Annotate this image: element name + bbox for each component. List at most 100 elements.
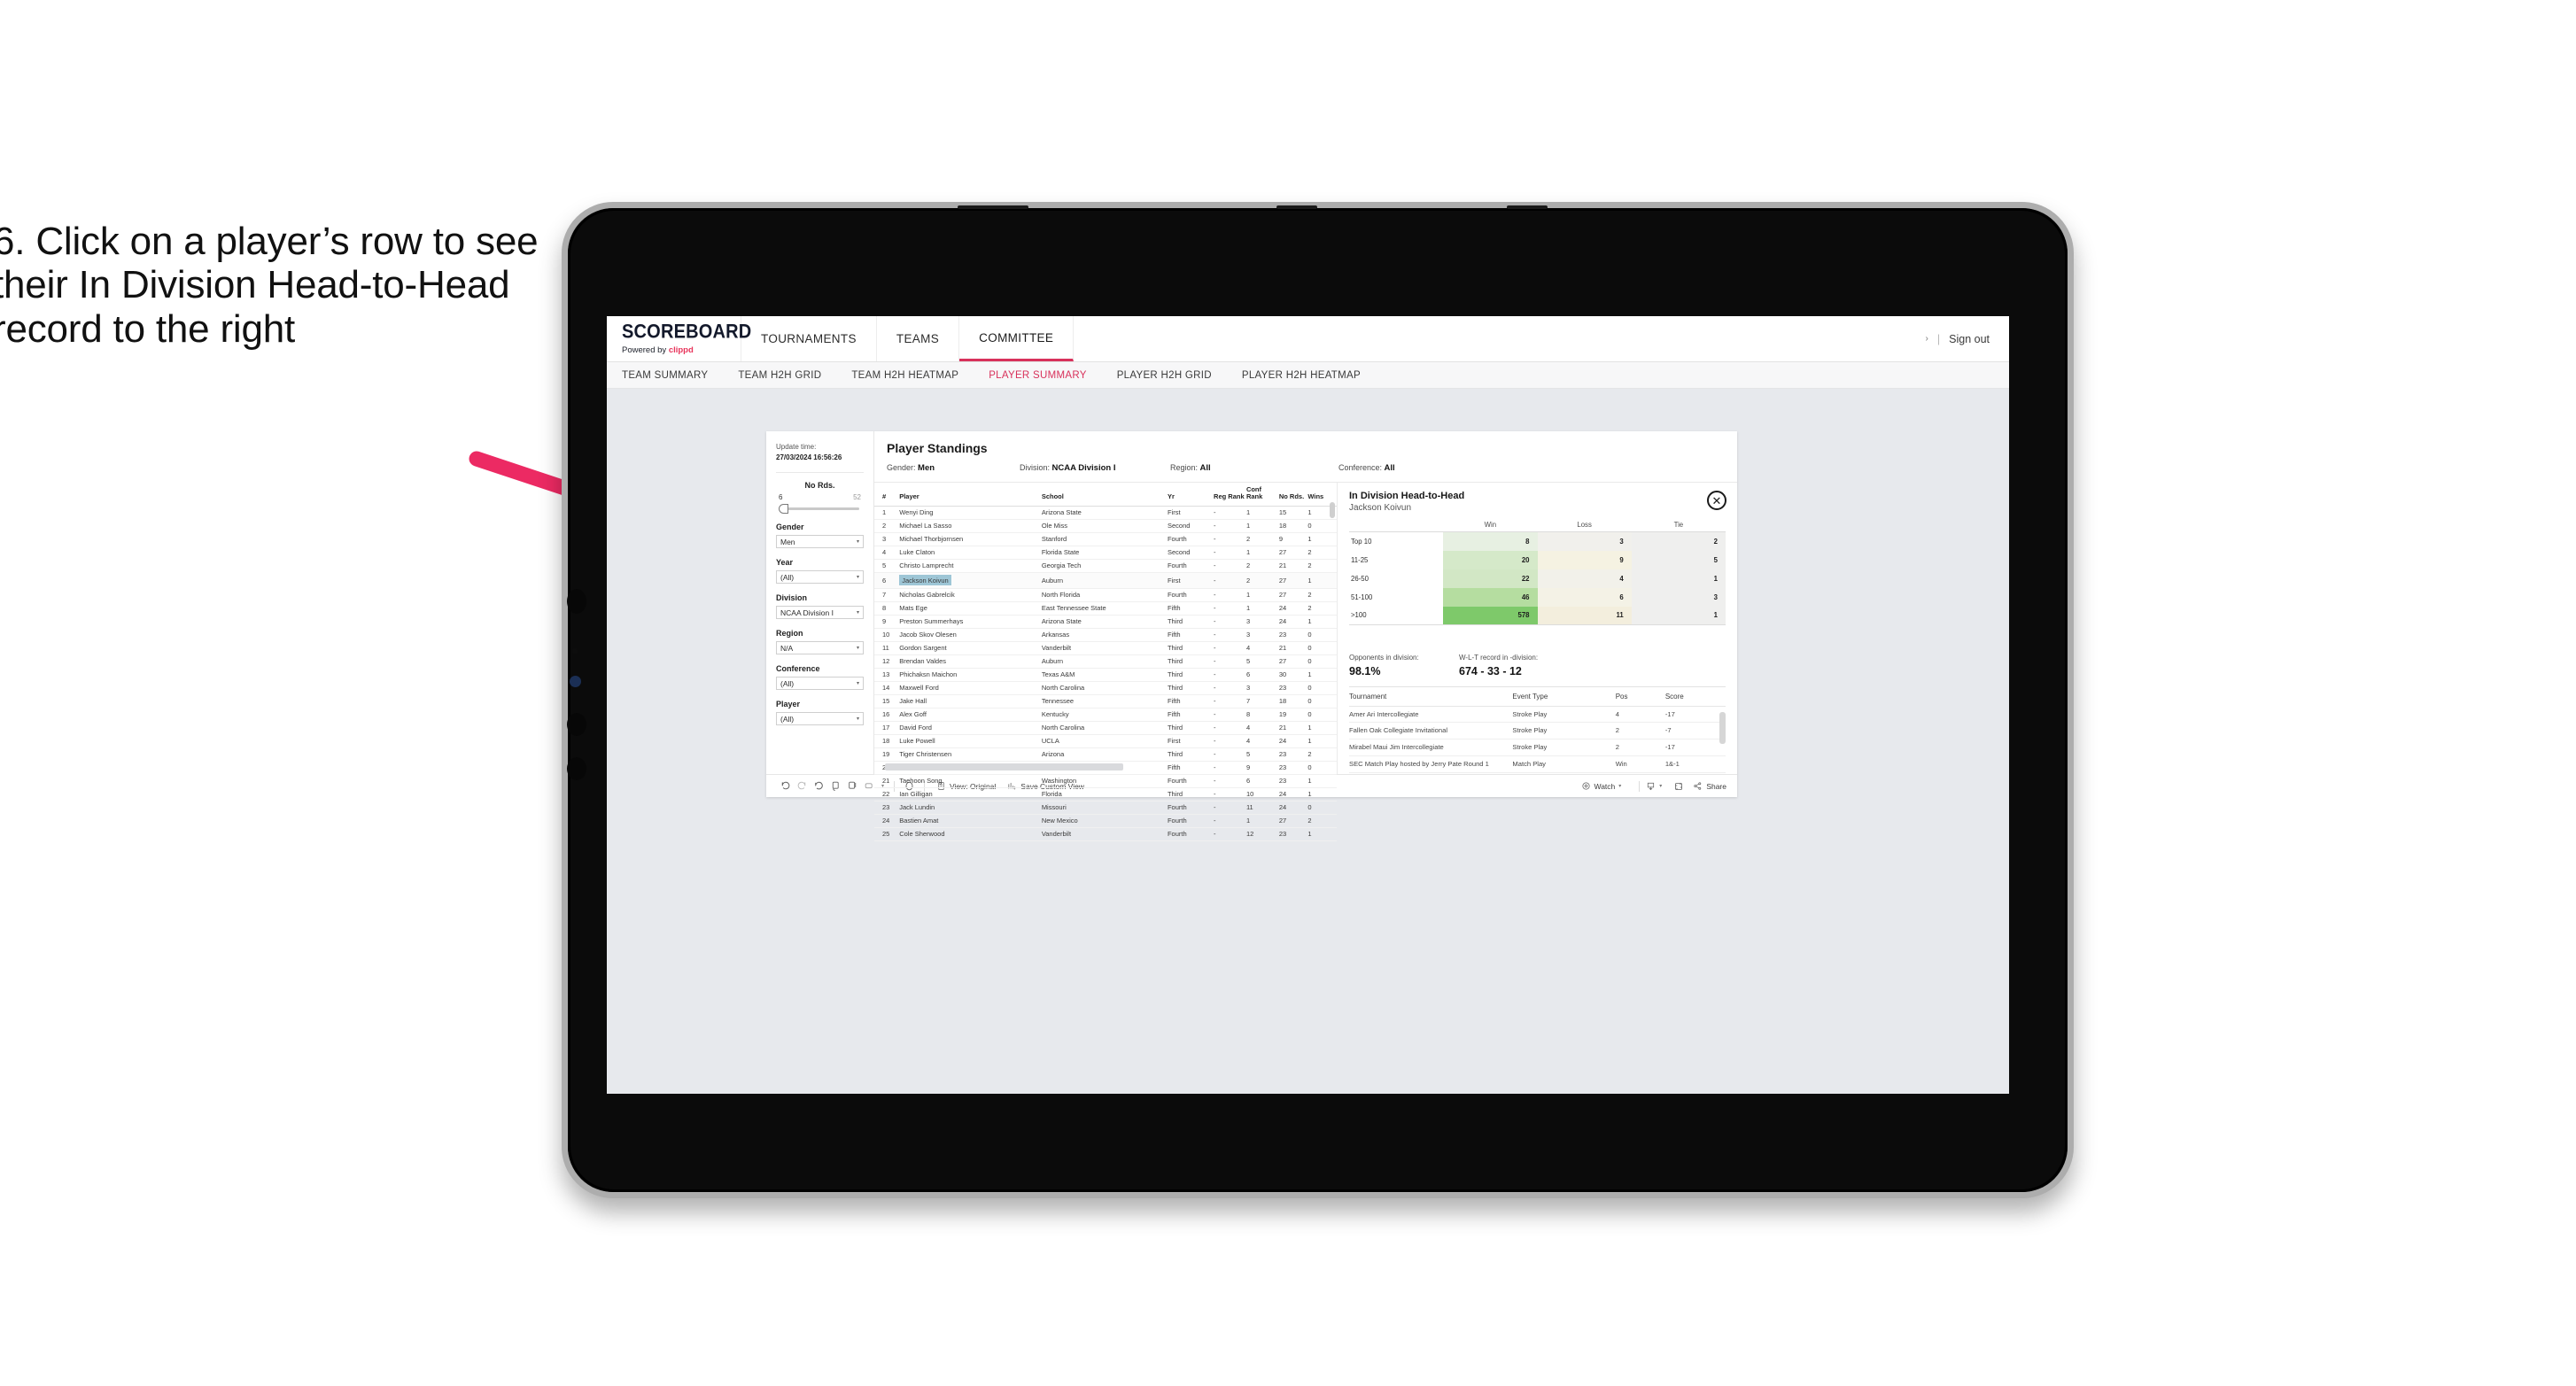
col-school[interactable]: School — [1041, 483, 1168, 507]
col-player[interactable]: Player — [899, 483, 1042, 507]
table-row[interactable]: 21 Taehoon Song Washington Fourth -6 23 1 — [874, 774, 1337, 788]
filter-player-select[interactable]: (All) ▾ — [776, 712, 864, 726]
cell-school: Stanford — [1041, 532, 1168, 546]
nav-teams[interactable]: TEAMS — [877, 316, 960, 361]
table-row[interactable]: 12 Brendan Valdes Auburn Third -5 27 0 — [874, 654, 1337, 669]
table-row[interactable]: 15 Jake Hall Tennessee Fifth -7 18 0 — [874, 694, 1337, 708]
cell-rank: 22 — [874, 787, 900, 801]
table-row[interactable]: 16 Alex Goff Kentucky Fifth -8 19 0 — [874, 708, 1337, 722]
tournament-row[interactable]: Amer Ari Intercollegiate Stroke Play 4 -17 — [1349, 706, 1726, 724]
table-row[interactable]: 2 Michael La Sasso Ole Miss Second -1 18 0 — [874, 519, 1337, 533]
filter-division-value: NCAA Division I — [780, 608, 834, 617]
h2h-cell-win: 8 — [1443, 531, 1538, 551]
table-row[interactable]: 7 Nicholas Gabrelcik North Florida Fourth -1… — [874, 588, 1337, 602]
table-row[interactable]: 9 Preston Summerhays Arizona State Third -3 2… — [874, 615, 1337, 629]
nav-tournaments[interactable]: TOURNAMENTS — [741, 316, 877, 361]
col-rank[interactable]: # — [874, 483, 900, 507]
cell-school: Kentucky — [1041, 708, 1168, 722]
fullscreen-icon[interactable] — [1670, 778, 1687, 794]
tournament-row[interactable]: SEC Match Play hosted by Jerry Pate Roun… — [1349, 755, 1726, 773]
table-row[interactable]: 23 Jack Lundin Missouri Fourth -11 24 0 — [874, 801, 1337, 815]
pause-data-icon[interactable] — [844, 778, 861, 794]
tab-team-h2h-heatmap[interactable]: TEAM H2H HEATMAP — [851, 370, 974, 381]
col-tournament[interactable]: Tournament — [1349, 686, 1513, 707]
col-reg-rank[interactable]: Reg Rank — [1214, 483, 1246, 507]
undo-icon[interactable] — [777, 778, 794, 794]
cell-reg-rank: - — [1214, 572, 1246, 589]
table-row[interactable]: 4 Luke Claton Florida State Second -1 27 2 — [874, 546, 1337, 560]
table-row[interactable]: 18 Luke Powell UCLA First -4 24 1 — [874, 734, 1337, 748]
cell-conf-rank: 11 — [1245, 801, 1279, 815]
cell-year: Second — [1167, 519, 1214, 533]
cell-year: Fourth — [1167, 814, 1214, 828]
table-row[interactable]: 8 Mats Ege East Tennessee State Fifth -1 24 2 — [874, 601, 1337, 616]
cell-reg-rank: - — [1214, 721, 1246, 735]
tournament-scrollbar[interactable] — [1719, 711, 1726, 744]
filter-year-value: (All) — [780, 572, 795, 582]
no-rounds-slider-handle[interactable] — [779, 504, 788, 515]
tab-player-summary[interactable]: PLAYER SUMMARY — [989, 370, 1102, 381]
cell-no-rounds: 23 — [1278, 681, 1308, 695]
standings-vertical-scrollbar[interactable] — [1330, 502, 1335, 518]
app-logo[interactable]: SCOREBOARD Powered by clippd — [607, 316, 751, 361]
h2h-heatmap-body: Top 10 8 3 2 11-25 20 9 5 26-50 22 4 1 51-100 46 6 3 >10… — [1349, 531, 1726, 625]
watch-button[interactable]: Watch ▾ — [1581, 781, 1621, 791]
col-score[interactable]: Score — [1664, 686, 1726, 707]
filter-gender-select[interactable]: Men ▾ — [776, 535, 864, 549]
cell-rank: 7 — [874, 588, 900, 602]
cell-reg-rank: - — [1214, 681, 1246, 695]
filter-division-select[interactable]: NCAA Division I ▾ — [776, 606, 864, 620]
table-row[interactable]: 14 Maxwell Ford North Carolina Third -3 23 0 — [874, 681, 1337, 695]
table-row[interactable]: 6 Jackson Koivun Auburn First -2 27 1 — [874, 572, 1337, 589]
nav-committee[interactable]: COMMITTEE — [959, 316, 1075, 361]
cell-year: Fifth — [1167, 708, 1214, 722]
table-row[interactable]: 5 Christo Lamprecht Georgia Tech Fourth -2 21… — [874, 559, 1337, 573]
no-rounds-slider-track[interactable] — [779, 504, 859, 515]
table-row[interactable]: 19 Tiger Christensen Arizona Third -5 23 2 — [874, 747, 1337, 762]
table-row[interactable]: 3 Michael Thorbjornsen Stanford Fourth -2 9 1 — [874, 532, 1337, 546]
table-row[interactable]: 1 Wenyi Ding Arizona State First -1 15 1 — [874, 506, 1337, 520]
cell-wins: 2 — [1307, 747, 1337, 762]
tab-player-h2h-grid[interactable]: PLAYER H2H GRID — [1117, 370, 1227, 381]
cell-conf-rank: 10 — [1245, 787, 1279, 801]
col-conf-rank[interactable]: Conf Rank — [1245, 483, 1279, 507]
table-row[interactable]: 22 Ian Gilligan Florida Third -10 24 1 — [874, 787, 1337, 801]
tab-team-summary[interactable]: TEAM SUMMARY — [622, 370, 723, 381]
table-row[interactable]: 10 Jacob Skov Olesen Arkansas Fifth -3 23 0 — [874, 628, 1337, 642]
share-button[interactable]: Share — [1693, 781, 1726, 791]
cell-no-rounds: 18 — [1278, 519, 1308, 533]
cell-reg-rank: - — [1214, 801, 1246, 815]
tournament-row[interactable]: Fallen Oak Collegiate Invitational Stroke… — [1349, 722, 1726, 740]
table-row[interactable]: 17 David Ford North Carolina Third -4 21 1 — [874, 721, 1337, 735]
col-no-rounds[interactable]: No Rds. — [1278, 483, 1308, 507]
cell-no-rounds: 19 — [1278, 708, 1308, 722]
sign-out-button[interactable]: Sign out — [1949, 333, 1990, 345]
redo-icon[interactable] — [794, 778, 811, 794]
download-button[interactable]: ▾ — [1646, 781, 1662, 791]
table-row[interactable]: 25 Cole Sherwood Vanderbilt Fourth -12 23 1 — [874, 827, 1337, 841]
table-row[interactable]: 13 Phichaksn Maichon Texas A&M Third -6 30 1 — [874, 668, 1337, 682]
tab-team-h2h-grid[interactable]: TEAM H2H GRID — [738, 370, 836, 381]
h2h-cell-win: 20 — [1443, 550, 1538, 569]
filter-year-select[interactable]: (All) ▾ — [776, 570, 864, 585]
col-pos[interactable]: Pos — [1615, 686, 1665, 707]
revert-icon[interactable] — [811, 778, 827, 794]
col-year[interactable]: Yr — [1167, 483, 1214, 507]
col-event-type[interactable]: Event Type — [1512, 686, 1616, 707]
filter-region-select[interactable]: N/A ▾ — [776, 641, 864, 655]
cell-rank: 6 — [874, 572, 900, 589]
account-chevron-icon[interactable]: › — [1926, 334, 1928, 344]
tab-player-h2h-heatmap[interactable]: PLAYER H2H HEATMAP — [1242, 370, 1376, 381]
standings-horizontal-scrollbar-track[interactable] — [874, 763, 1337, 770]
close-icon[interactable]: ✕ — [1707, 491, 1726, 510]
filter-conference-select[interactable]: (All) ▾ — [776, 677, 864, 691]
cell-player: Jake Hall — [899, 694, 1042, 708]
logo-tagline: Powered by clippd — [622, 345, 741, 355]
refresh-data-icon[interactable] — [827, 778, 844, 794]
cell-rank: 13 — [874, 668, 900, 682]
meta-region-value: All — [1199, 463, 1211, 473]
table-row[interactable]: 11 Gordon Sargent Vanderbilt Third -4 21 0 — [874, 641, 1337, 655]
tournament-row[interactable]: Mirabel Maui Jim Intercollegiate Stroke P… — [1349, 739, 1726, 757]
standings-horizontal-scrollbar-thumb[interactable] — [885, 763, 1123, 770]
table-row[interactable]: 24 Bastien Amat New Mexico Fourth -1 27 2 — [874, 814, 1337, 828]
